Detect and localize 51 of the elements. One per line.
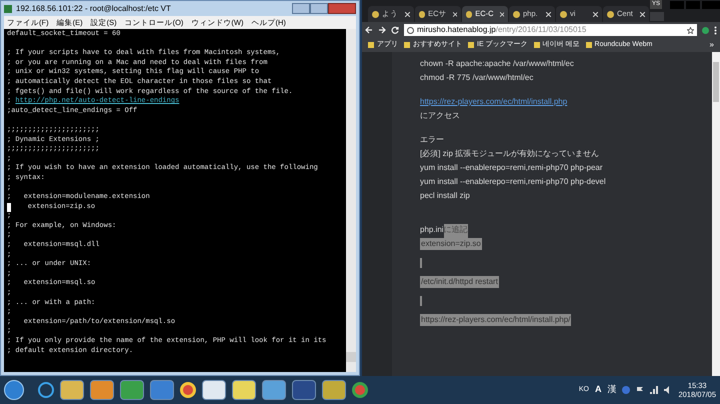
- article-line: php.ini: [420, 224, 444, 236]
- favicon-icon: [419, 10, 426, 18]
- text-cursor: [7, 202, 11, 212]
- scrollbar[interactable]: [346, 29, 356, 372]
- favicon-icon: [607, 10, 614, 18]
- article-link[interactable]: https://rez-players.com/ec/html/install.php: [420, 96, 568, 110]
- selected-text: に追記: [444, 224, 468, 238]
- signal-icon[interactable]: [650, 386, 658, 394]
- favicon-icon: [372, 10, 379, 18]
- selected-text: extension=zip.so: [420, 238, 482, 250]
- bookmark-icon: [468, 42, 474, 48]
- article-line: chmod -R 775 /var/www/html/ec: [420, 72, 534, 84]
- article-line: yum install --enablerepo=remi,remi-php70 php-pear: [420, 162, 604, 174]
- favicon-icon: [560, 10, 567, 18]
- article-line: pecl install zip: [420, 190, 471, 202]
- ime-mode[interactable]: A: [594, 383, 602, 397]
- article-line: [必須] zip 拡張モジュールが有効になっていません: [420, 148, 600, 160]
- info-icon: [407, 26, 414, 34]
- close-icon[interactable]: [500, 12, 504, 16]
- article-line: エラー: [420, 134, 445, 146]
- article-line: にアクセス: [420, 110, 461, 122]
- favicon-icon: [513, 10, 520, 18]
- ime-kanji[interactable]: 漢: [607, 383, 616, 397]
- bookmark-icon: [368, 42, 374, 48]
- flag-icon[interactable]: [636, 386, 644, 394]
- window-title: 192.168.56.101:22 - root@localhost:/etc VT: [16, 2, 171, 14]
- menu-icon[interactable]: [714, 26, 717, 34]
- url-text: mirusho.hatenablog.jp/entry/2016/11/03/105015: [417, 24, 586, 36]
- article-line: chown -R apache:apache /var/www/html/ec: [420, 58, 575, 70]
- selected-text: /etc/init.d/httpd restart: [420, 276, 499, 288]
- forward-arrow-icon[interactable]: [378, 26, 386, 34]
- close-icon[interactable]: [640, 12, 645, 16]
- address-bar[interactable]: mirusho.hatenablog.jp/entry/2016/11/03/105015: [404, 24, 697, 36]
- scrollbar[interactable]: [712, 52, 720, 376]
- bookmark-icon: [586, 42, 592, 48]
- more-bookmarks-button[interactable]: »: [710, 39, 714, 51]
- article-line: yum install --enablerepo=remi,remi-php70 php-devel: [420, 176, 607, 188]
- bookmark-icon: [534, 42, 540, 48]
- favicon-icon: [466, 10, 472, 18]
- close-icon[interactable]: [452, 12, 457, 16]
- back-arrow-icon[interactable]: [365, 26, 373, 34]
- start-button[interactable]: [4, 380, 24, 400]
- reload-icon[interactable]: [391, 26, 399, 34]
- selection-mark: [420, 296, 422, 306]
- close-icon[interactable]: [546, 12, 551, 16]
- selection-mark: [420, 258, 422, 268]
- star-icon[interactable]: [687, 26, 694, 34]
- selected-text: https://rez-players.com/ec/html/install.php/: [420, 314, 572, 326]
- close-icon[interactable]: [593, 12, 598, 16]
- close-icon[interactable]: [405, 12, 410, 16]
- bookmark-icon: [404, 42, 410, 48]
